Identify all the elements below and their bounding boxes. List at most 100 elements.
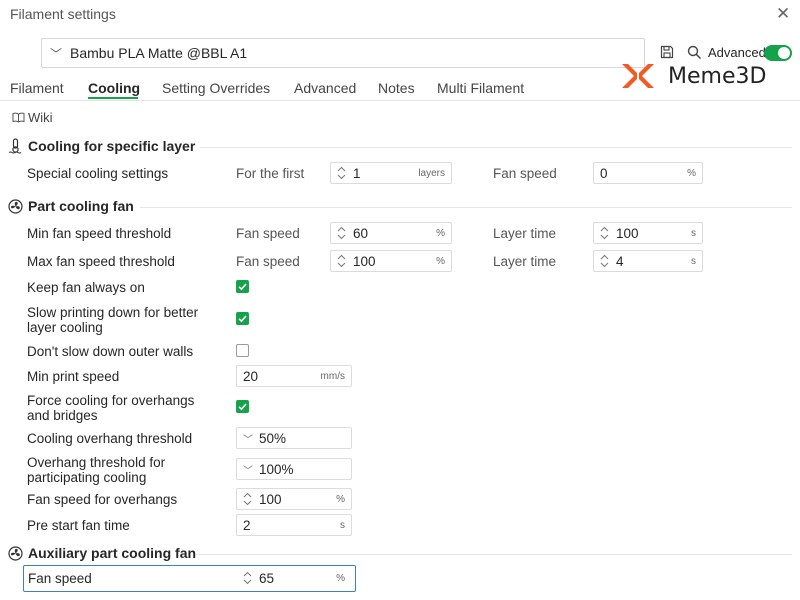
- fan-overhangs-label: Fan speed for overhangs: [27, 492, 178, 507]
- force-cooling-label-line2: and bridges: [27, 408, 98, 423]
- advanced-label: Advanced: [708, 45, 766, 60]
- overhang-participating-label-line1: Overhang threshold for: [27, 455, 166, 470]
- pre-start-unit: s: [340, 519, 345, 531]
- first-layers-unit: layers: [418, 167, 445, 179]
- dont-slow-label: Don't slow down outer walls: [27, 344, 194, 359]
- chevron-down-icon: ﹀: [50, 46, 63, 61]
- max-fan-speed-value: 100: [353, 253, 376, 269]
- tab-filament[interactable]: Filament: [10, 80, 64, 96]
- section-part-cooling: Part cooling fan: [8, 198, 134, 214]
- max-fan-time-label: Layer time: [493, 254, 557, 269]
- tab-multi-filament[interactable]: Multi Filament: [437, 80, 524, 96]
- spin-icon[interactable]: [596, 254, 612, 268]
- overhang-threshold-select[interactable]: ﹀ 50%: [236, 427, 352, 449]
- fan-overhangs-unit: %: [336, 493, 345, 505]
- overhang-threshold-label: Cooling overhang threshold: [27, 431, 193, 446]
- search-icon[interactable]: [687, 45, 702, 60]
- first-layers-input[interactable]: 1 layers: [330, 162, 452, 184]
- window-title: Filament settings: [10, 6, 116, 22]
- fan-overhangs-input[interactable]: 100 %: [236, 488, 352, 510]
- logo-text: Meme3D: [668, 63, 767, 89]
- min-print-speed-value: 20: [243, 368, 259, 384]
- aux-fan-speed-unit: %: [336, 572, 345, 584]
- chevron-down-icon: ﹀: [243, 465, 253, 477]
- check-icon: [238, 403, 247, 411]
- max-fan-label: Max fan speed threshold: [27, 254, 175, 269]
- close-icon[interactable]: ✕: [776, 4, 790, 24]
- min-fan-time-value: 100: [616, 225, 639, 241]
- spin-icon[interactable]: [239, 492, 255, 506]
- keep-fan-label: Keep fan always on: [27, 280, 145, 295]
- dont-slow-checkbox[interactable]: [236, 344, 249, 357]
- force-cooling-checkbox[interactable]: [236, 400, 249, 413]
- force-cooling-label: Force cooling for overhangs and bridges: [27, 393, 194, 423]
- tabs-divider: [0, 100, 800, 101]
- chevron-down-icon: ﹀: [243, 434, 253, 446]
- max-fan-speed-input[interactable]: 100 %: [330, 250, 452, 272]
- active-tab-indicator: [88, 97, 138, 99]
- spin-icon[interactable]: [596, 226, 612, 240]
- section-divider: [140, 207, 792, 208]
- tab-cooling[interactable]: Cooling: [88, 80, 140, 96]
- wiki-label: Wiki: [28, 110, 53, 125]
- max-fan-time-unit: s: [691, 255, 696, 267]
- wiki-link[interactable]: Wiki: [12, 110, 53, 125]
- tab-setting-overrides[interactable]: Setting Overrides: [162, 80, 270, 96]
- spin-icon[interactable]: [239, 571, 255, 585]
- preset-name: Bambu PLA Matte @BBL A1: [70, 45, 248, 61]
- spin-icon[interactable]: [333, 226, 349, 240]
- min-fan-speed-label: Fan speed: [236, 226, 300, 241]
- section-divider: [196, 554, 792, 555]
- first-layers-value: 1: [353, 165, 361, 181]
- tab-notes[interactable]: Notes: [378, 80, 415, 96]
- special-fan-speed-label: Fan speed: [493, 166, 557, 181]
- keep-fan-checkbox[interactable]: [236, 280, 249, 293]
- min-print-speed-unit: mm/s: [320, 370, 345, 382]
- for-the-first-label: For the first: [236, 166, 305, 181]
- min-fan-time-label: Layer time: [493, 226, 557, 241]
- aux-fan-speed-label: Fan speed: [28, 571, 92, 586]
- min-fan-speed-input[interactable]: 60 %: [330, 222, 452, 244]
- fan-icon: [8, 198, 23, 214]
- min-fan-label: Min fan speed threshold: [27, 226, 172, 241]
- thermometer-icon: [8, 138, 22, 154]
- spin-icon[interactable]: [333, 254, 349, 268]
- min-fan-time-input[interactable]: 100 s: [593, 222, 703, 244]
- special-fan-speed-input[interactable]: 0 %: [593, 162, 703, 184]
- book-icon: [12, 112, 25, 123]
- special-fan-speed-value: 0: [600, 165, 608, 181]
- section-title: Auxiliary part cooling fan: [28, 545, 197, 561]
- fan-icon: [8, 545, 23, 561]
- slow-printing-label-line2: layer cooling: [27, 320, 103, 335]
- aux-fan-speed-input[interactable]: 65 %: [236, 567, 352, 589]
- section-divider: [200, 147, 792, 148]
- advanced-toggle[interactable]: [764, 45, 792, 61]
- slow-printing-label-line1: Slow printing down for better: [27, 305, 199, 320]
- slow-printing-label: Slow printing down for better layer cool…: [27, 305, 198, 335]
- overhang-participating-select[interactable]: ﹀ 100%: [236, 458, 352, 480]
- min-fan-speed-value: 60: [353, 225, 369, 241]
- min-print-speed-input[interactable]: 20 mm/s: [236, 365, 352, 387]
- pre-start-input[interactable]: 2 s: [236, 514, 352, 536]
- aux-fan-speed-value: 65: [259, 570, 275, 586]
- preset-select[interactable]: ﹀ Bambu PLA Matte @BBL A1: [41, 38, 645, 68]
- min-print-speed-label: Min print speed: [27, 369, 120, 384]
- slow-printing-checkbox[interactable]: [236, 312, 249, 325]
- tab-advanced[interactable]: Advanced: [294, 80, 356, 96]
- section-title: Part cooling fan: [28, 198, 134, 214]
- section-auxiliary: Auxiliary part cooling fan: [8, 545, 196, 561]
- overhang-participating-label: Overhang threshold for participating coo…: [27, 455, 165, 485]
- save-icon[interactable]: [660, 45, 674, 59]
- special-cooling-label: Special cooling settings: [27, 166, 169, 181]
- check-icon: [238, 315, 247, 323]
- check-icon: [238, 283, 247, 291]
- spin-icon[interactable]: [333, 166, 349, 180]
- section-specific-layer: Cooling for specific layer: [8, 138, 195, 154]
- max-fan-time-input[interactable]: 4 s: [593, 250, 703, 272]
- max-fan-speed-label: Fan speed: [236, 254, 300, 269]
- special-fan-speed-unit: %: [687, 167, 696, 179]
- min-fan-time-unit: s: [691, 227, 696, 239]
- max-fan-speed-unit: %: [436, 255, 445, 267]
- overhang-threshold-value: 50%: [259, 430, 287, 446]
- section-title: Cooling for specific layer: [28, 138, 196, 154]
